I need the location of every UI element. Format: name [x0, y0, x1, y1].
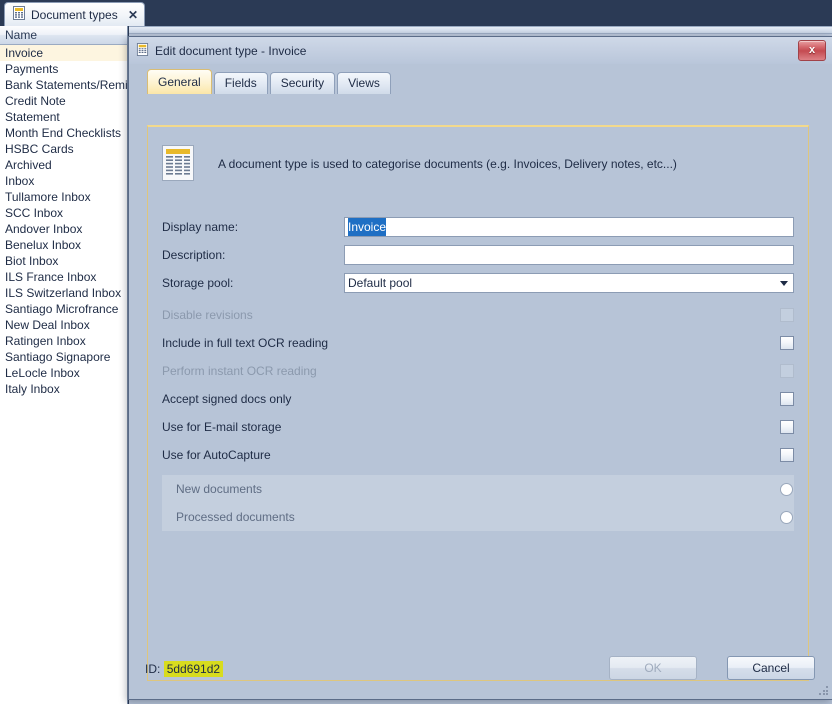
dialog-titlebar[interactable]: Edit document type - Invoice x [129, 37, 832, 64]
input-description[interactable] [344, 245, 794, 265]
close-button[interactable]: x [798, 40, 826, 61]
radio-label: Processed documents [176, 510, 295, 524]
document-page-icon [162, 145, 194, 184]
checkbox-label: Disable revisions [162, 308, 253, 322]
list-item[interactable]: SCC Inbox [0, 205, 127, 221]
form-row: Description: [162, 243, 794, 267]
form-row: Storage pool: Default pool [162, 271, 794, 295]
checkbox-row-include-in-full-text-ocr-reading[interactable]: Include in full text OCR reading [162, 331, 794, 355]
list-item[interactable]: ILS France Inbox [0, 269, 127, 285]
tab-views[interactable]: Views [337, 72, 391, 94]
checkbox-row-use-for-autocapture[interactable]: Use for AutoCapture [162, 443, 794, 467]
list-item[interactable]: Benelux Inbox [0, 237, 127, 253]
cancel-button[interactable]: Cancel [727, 656, 815, 680]
record-id: ID: 5dd691d2 [145, 661, 224, 677]
field-label: Storage pool: [162, 276, 234, 290]
tab-fields[interactable]: Fields [213, 72, 268, 94]
dialog-title: Edit document type - Invoice [155, 43, 307, 58]
description-row: A document type is used to categorise do… [162, 145, 792, 184]
list-item[interactable]: Tullamore Inbox [0, 189, 127, 205]
dialog-footer: ID: 5dd691d2 OK Cancel [129, 645, 832, 699]
select-storage-pool[interactable]: Default pool [344, 273, 794, 293]
list-item[interactable]: Santiago Signapore [0, 349, 127, 365]
record-id-value: 5dd691d2 [163, 661, 224, 677]
radio-new-documents[interactable] [780, 482, 793, 496]
chevron-down-icon[interactable] [780, 281, 788, 286]
checkbox-use-for-e-mail-storage[interactable] [780, 420, 794, 434]
checkbox-accept-signed-docs-only[interactable] [780, 392, 794, 406]
radio-processed-documents[interactable] [780, 510, 793, 524]
checkbox-include-in-full-text-ocr-reading[interactable] [780, 336, 794, 350]
list-item[interactable]: Biot Inbox [0, 253, 127, 269]
list-item[interactable]: Bank Statements/Remitt [0, 77, 127, 93]
field-label: Description: [162, 248, 226, 262]
app-tab-document-types[interactable]: Document types ✕ [4, 2, 145, 26]
form-row: Display name: Invoice [162, 215, 794, 239]
list-item[interactable]: ILS Switzerland Inbox [0, 285, 127, 301]
checkbox-label: Use for E-mail storage [162, 420, 282, 434]
content-grid-header [129, 27, 832, 34]
checkbox-row-accept-signed-docs-only[interactable]: Accept signed docs only [162, 387, 794, 411]
list-item[interactable]: Andover Inbox [0, 221, 127, 237]
list-item[interactable]: Month End Checklists [0, 125, 127, 141]
record-id-label: ID: [145, 662, 161, 676]
app-tab-label: Document types [31, 7, 118, 22]
document-types-list-panel: Name Invoice Payments Bank Statements/Remi… [0, 26, 128, 704]
close-icon: x [808, 44, 816, 56]
radio-label: New documents [176, 482, 263, 496]
list-item[interactable]: HSBC Cards [0, 141, 127, 157]
document-types-icon [12, 6, 26, 23]
document-type-icon [136, 42, 149, 59]
application-tabstrip: Document types ✕ [0, 0, 832, 26]
checkbox-label: Include in full text OCR reading [162, 336, 329, 350]
field-value: Invoice [348, 218, 387, 236]
list-item[interactable]: Italy Inbox [0, 381, 127, 397]
dialog-description-text: A document type is used to categorise do… [218, 157, 677, 171]
list-item[interactable]: LeLocle Inbox [0, 365, 127, 381]
list-item[interactable]: Archived [0, 157, 127, 173]
ok-button[interactable]: OK [609, 656, 697, 680]
checkbox-label: Use for AutoCapture [162, 448, 271, 462]
document-types-list: Invoice Payments Bank Statements/Remitt Cre… [0, 45, 127, 397]
list-item[interactable]: New Deal Inbox [0, 317, 127, 333]
resize-grip[interactable] [819, 686, 829, 696]
radio-row-processed-documents[interactable]: Processed documents [162, 503, 794, 531]
tab-general[interactable]: General [147, 69, 212, 94]
list-item[interactable]: Credit Note [0, 93, 127, 109]
checkbox-perform-instant-ocr-reading [780, 364, 794, 378]
input-display-name[interactable]: Invoice [344, 217, 794, 237]
autocapture-radio-panel: New documents Processed documents [162, 475, 794, 531]
general-tab-page: A document type is used to categorise do… [147, 125, 809, 681]
tab-security[interactable]: Security [269, 72, 336, 94]
field-label: Display name: [162, 220, 239, 234]
list-column-header-name[interactable]: Name [0, 26, 127, 45]
field-value: Default pool [348, 276, 413, 290]
checkbox-use-for-autocapture[interactable] [780, 448, 794, 462]
checkbox-label: Accept signed docs only [162, 392, 292, 406]
close-icon[interactable]: ✕ [126, 9, 144, 21]
checkbox-label: Perform instant OCR reading [162, 364, 317, 378]
list-item[interactable]: Santiago Microfrance [0, 301, 127, 317]
checkbox-row-use-for-e-mail-storage[interactable]: Use for E-mail storage [162, 415, 794, 439]
radio-row-new-documents[interactable]: New documents [162, 475, 794, 503]
list-item[interactable]: Payments [0, 61, 127, 77]
checkbox-disable-revisions [780, 308, 794, 322]
list-item[interactable]: Inbox [0, 173, 127, 189]
dialog-tab-bar: General Fields Security Views [147, 68, 832, 94]
checkbox-row-disable-revisions: Disable revisions [162, 303, 794, 327]
checkbox-row-perform-instant-ocr-reading: Perform instant OCR reading [162, 359, 794, 383]
list-item[interactable]: Invoice [0, 45, 127, 61]
list-item[interactable]: Ratingen Inbox [0, 333, 127, 349]
application-window: Document types ✕ Name Invoice Payments Ban… [0, 0, 832, 704]
list-item[interactable]: Statement [0, 109, 127, 125]
edit-document-type-dialog: Edit document type - Invoice x General Fi… [128, 36, 832, 700]
